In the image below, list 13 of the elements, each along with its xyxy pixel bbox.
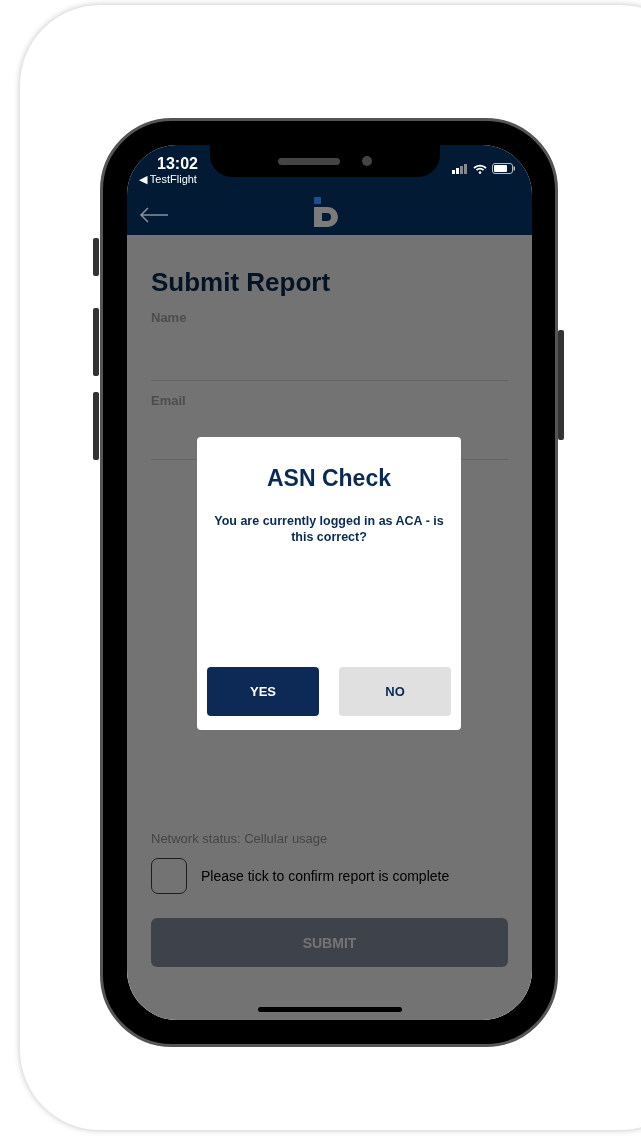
status-time: 13:02 (156, 155, 198, 173)
signal-icon (452, 163, 468, 174)
wifi-icon (473, 163, 487, 174)
back-to-app-link[interactable]: ◀ TestFlight (139, 173, 198, 186)
confirm-label: Please tick to confirm report is complete (201, 868, 450, 884)
back-arrow-icon[interactable] (139, 207, 169, 223)
battery-icon (492, 163, 516, 174)
dialog-title: ASN Check (267, 465, 391, 492)
no-button[interactable]: NO (339, 667, 451, 716)
page-title: Submit Report (151, 267, 332, 298)
dialog-message: You are currently logged in as ACA - is this correct? (213, 514, 445, 546)
confirm-checkbox[interactable] (151, 858, 187, 894)
yes-button[interactable]: YES (207, 667, 319, 716)
